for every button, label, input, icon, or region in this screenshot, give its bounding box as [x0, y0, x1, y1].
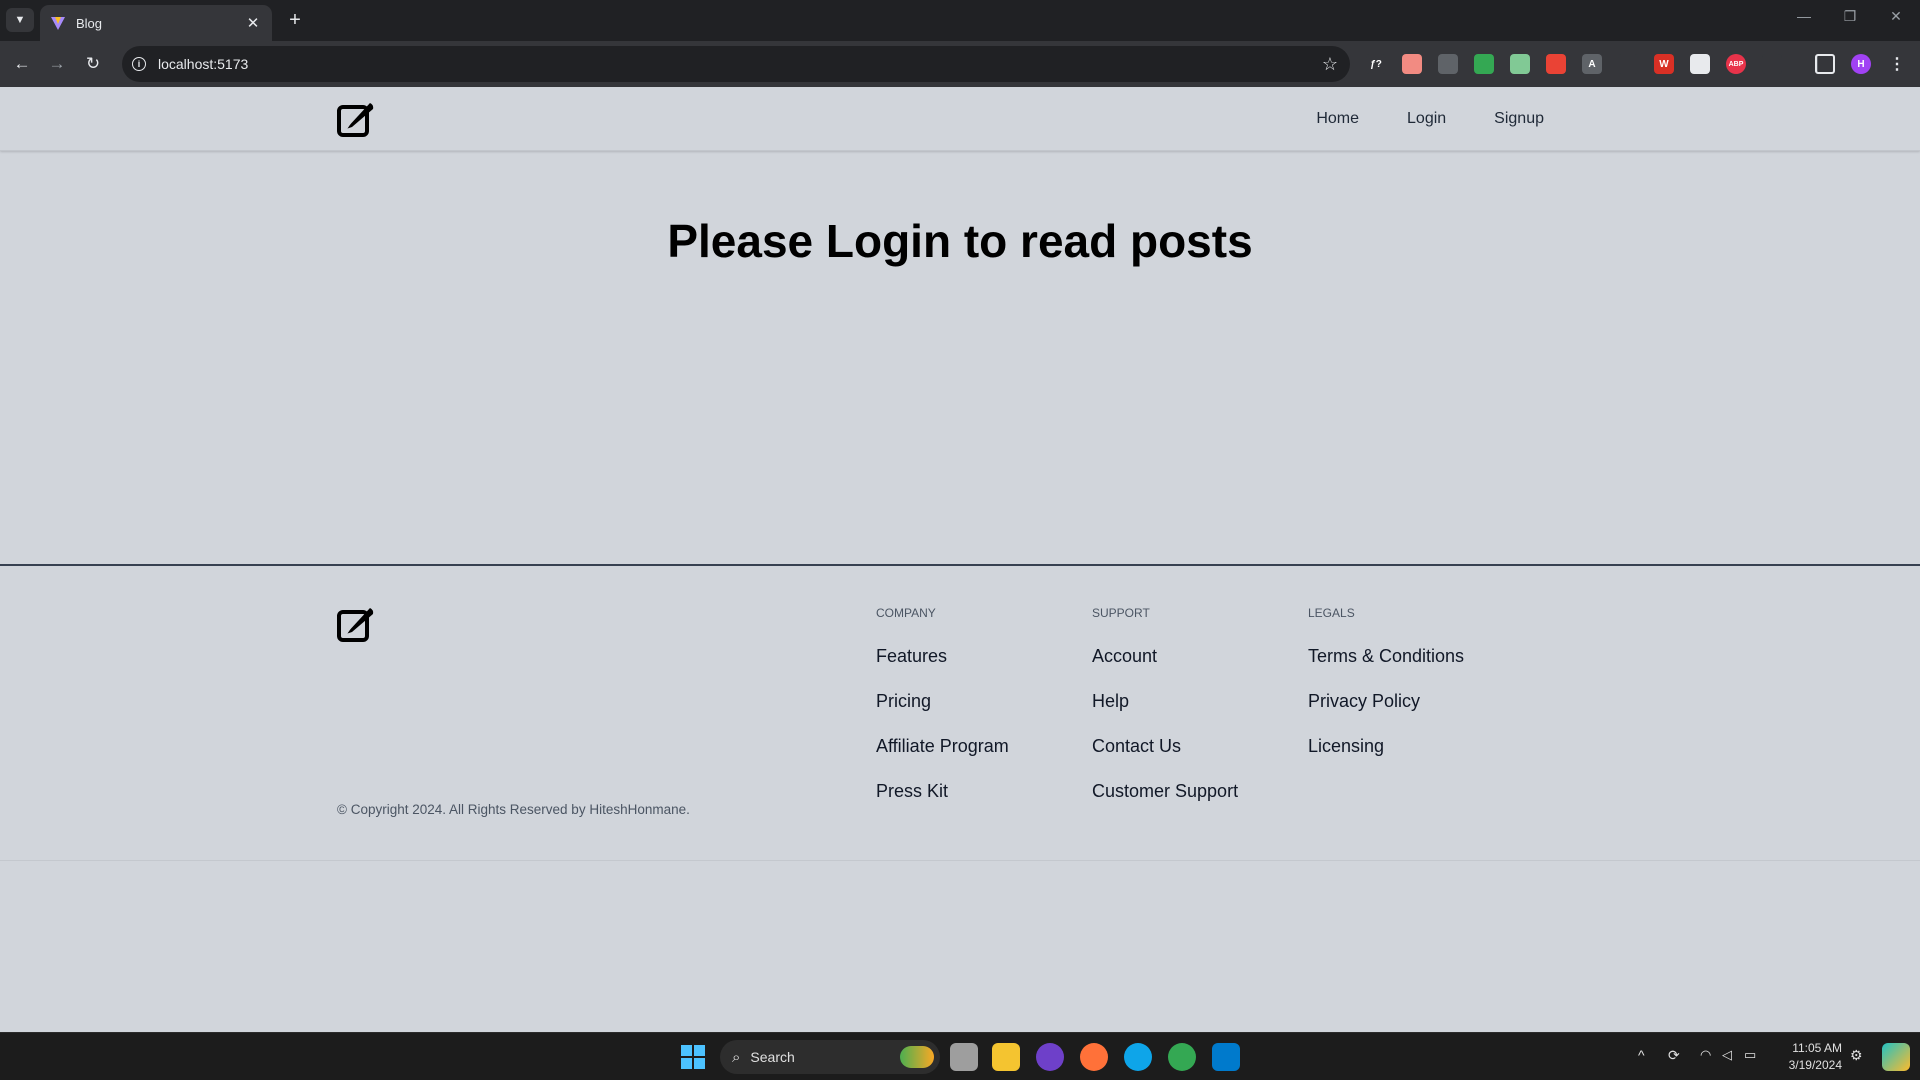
minimize-button[interactable]: — [1784, 8, 1824, 24]
task-view-icon[interactable] [950, 1043, 978, 1071]
footer-logo-icon[interactable] [336, 604, 376, 644]
footer-link-help[interactable]: Help [1092, 691, 1238, 736]
notification-icon[interactable]: ⚙ [1850, 1047, 1863, 1064]
taskbar: ⌕ Search ^ ⟳ ◠ ◁ ▭ 11:05 AM 3/19/2024 ⚙ [0, 1032, 1920, 1080]
clock-time[interactable]: 11:05 AM [1772, 1041, 1842, 1055]
footer-link-press-kit[interactable]: Press Kit [876, 781, 1009, 826]
github-desktop-icon[interactable] [1036, 1043, 1064, 1071]
chrome-icon[interactable] [1168, 1043, 1196, 1071]
vscode-icon[interactable] [1212, 1043, 1240, 1071]
eyedropper-extension-icon[interactable] [1618, 54, 1638, 74]
reload-button[interactable]: ↻ [81, 52, 105, 76]
browser-tabstrip: ▼ Blog ✕ + — ❐ ✕ [0, 0, 1920, 41]
side-panel-icon[interactable] [1815, 54, 1835, 74]
taskbar-search[interactable]: ⌕ Search [720, 1040, 940, 1074]
adblock-extension-icon[interactable]: ABP [1726, 54, 1746, 74]
font-extension-icon[interactable]: A [1582, 54, 1602, 74]
site-info-icon[interactable]: i [132, 57, 146, 71]
site-header: Home Login Signup [0, 87, 1920, 151]
copyright-text: © Copyright 2024. All Rights Reserved by… [337, 802, 690, 817]
footer-heading: COMPANY [876, 606, 936, 620]
new-tab-button[interactable]: + [282, 8, 308, 32]
search-highlight-icon [900, 1046, 934, 1068]
footer-link-contact-us[interactable]: Contact Us [1092, 736, 1238, 781]
tab-title: Blog [76, 15, 103, 31]
footer-link-customer-support[interactable]: Customer Support [1092, 781, 1238, 826]
footer-column-support: SUPPORT Account Help Contact Us Customer… [1092, 606, 1238, 826]
vite-favicon-icon [51, 17, 65, 30]
restore-button[interactable]: ❐ [1830, 8, 1870, 25]
nav-login-link[interactable]: Login [1383, 102, 1470, 136]
bookmark-star-icon[interactable]: ☆ [1322, 54, 1338, 75]
nav-home-link[interactable]: Home [1292, 102, 1383, 136]
footer-link-features[interactable]: Features [876, 646, 1009, 691]
back-button[interactable]: ← [10, 52, 34, 76]
fx-extension-icon[interactable]: ƒ? [1366, 54, 1386, 74]
url-text[interactable]: localhost:5173 [158, 56, 1322, 72]
login-prompt-heading: Please Login to read posts [667, 215, 1253, 267]
close-tab-icon[interactable]: ✕ [244, 14, 262, 32]
tab-search-button[interactable]: ▼ [6, 8, 34, 32]
footer-heading: LEGALS [1308, 606, 1355, 620]
volume-icon[interactable]: ◁ [1722, 1047, 1732, 1063]
calendar-extension-icon[interactable] [1402, 54, 1422, 74]
color-wheel-extension-icon[interactable] [1474, 54, 1494, 74]
sync-icon[interactable]: ⟳ [1668, 1047, 1680, 1064]
address-bar[interactable]: i localhost:5173 ☆ [122, 46, 1350, 82]
strike-extension-icon[interactable] [1438, 54, 1458, 74]
firefox-icon[interactable] [1080, 1043, 1108, 1071]
site-footer: © Copyright 2024. All Rights Reserved by… [0, 564, 1920, 861]
main-nav: Home Login Signup [1292, 87, 1568, 151]
footer-link-pricing[interactable]: Pricing [876, 691, 1009, 736]
footer-link-terms[interactable]: Terms & Conditions [1308, 646, 1464, 691]
profile-avatar[interactable]: H [1851, 54, 1871, 74]
footer-link-account[interactable]: Account [1092, 646, 1238, 691]
footer-link-privacy-policy[interactable]: Privacy Policy [1308, 691, 1464, 736]
footer-link-affiliate-program[interactable]: Affiliate Program [876, 736, 1009, 781]
chevron-down-icon: ▼ [14, 14, 26, 26]
browser-tab[interactable]: Blog ✕ [40, 5, 272, 41]
record-extension-icon[interactable] [1546, 54, 1566, 74]
puzzle-extension-icon[interactable] [1762, 54, 1782, 74]
edge-icon[interactable] [1124, 1043, 1152, 1071]
footer-heading: SUPPORT [1092, 606, 1150, 620]
close-window-button[interactable]: ✕ [1876, 8, 1916, 25]
more-menu-icon[interactable]: ⋮ [1887, 54, 1907, 74]
footer-column-company: COMPANY Features Pricing Affiliate Progr… [876, 606, 1009, 826]
wappalyzer-extension-icon[interactable]: W [1654, 54, 1674, 74]
footer-column-legals: LEGALS Terms & Conditions Privacy Policy… [1308, 606, 1464, 781]
tray-overflow-icon[interactable]: ^ [1638, 1047, 1645, 1063]
forward-button[interactable]: → [45, 52, 69, 76]
search-placeholder: Search [750, 1049, 795, 1065]
file-explorer-icon[interactable] [992, 1043, 1020, 1071]
search-icon: ⌕ [732, 1048, 741, 1066]
browser-toolbar: ← → ↻ i localhost:5173 ☆ ƒ? A W ABP H ⋮ [0, 41, 1920, 87]
battery-icon[interactable]: ▭ [1744, 1047, 1756, 1063]
image-extension-icon[interactable] [1510, 54, 1530, 74]
bookmark-extension-icon[interactable] [1690, 54, 1710, 74]
page-viewport: Home Login Signup Please Login to read p… [0, 87, 1920, 1032]
windows-start-icon[interactable] [681, 1045, 705, 1069]
pen-logo-icon[interactable] [336, 99, 376, 139]
copilot-icon[interactable] [1882, 1043, 1910, 1071]
wifi-icon[interactable]: ◠ [1700, 1047, 1711, 1063]
nav-signup-link[interactable]: Signup [1470, 102, 1568, 136]
clock-date[interactable]: 3/19/2024 [1772, 1058, 1842, 1072]
footer-link-licensing[interactable]: Licensing [1308, 736, 1464, 781]
